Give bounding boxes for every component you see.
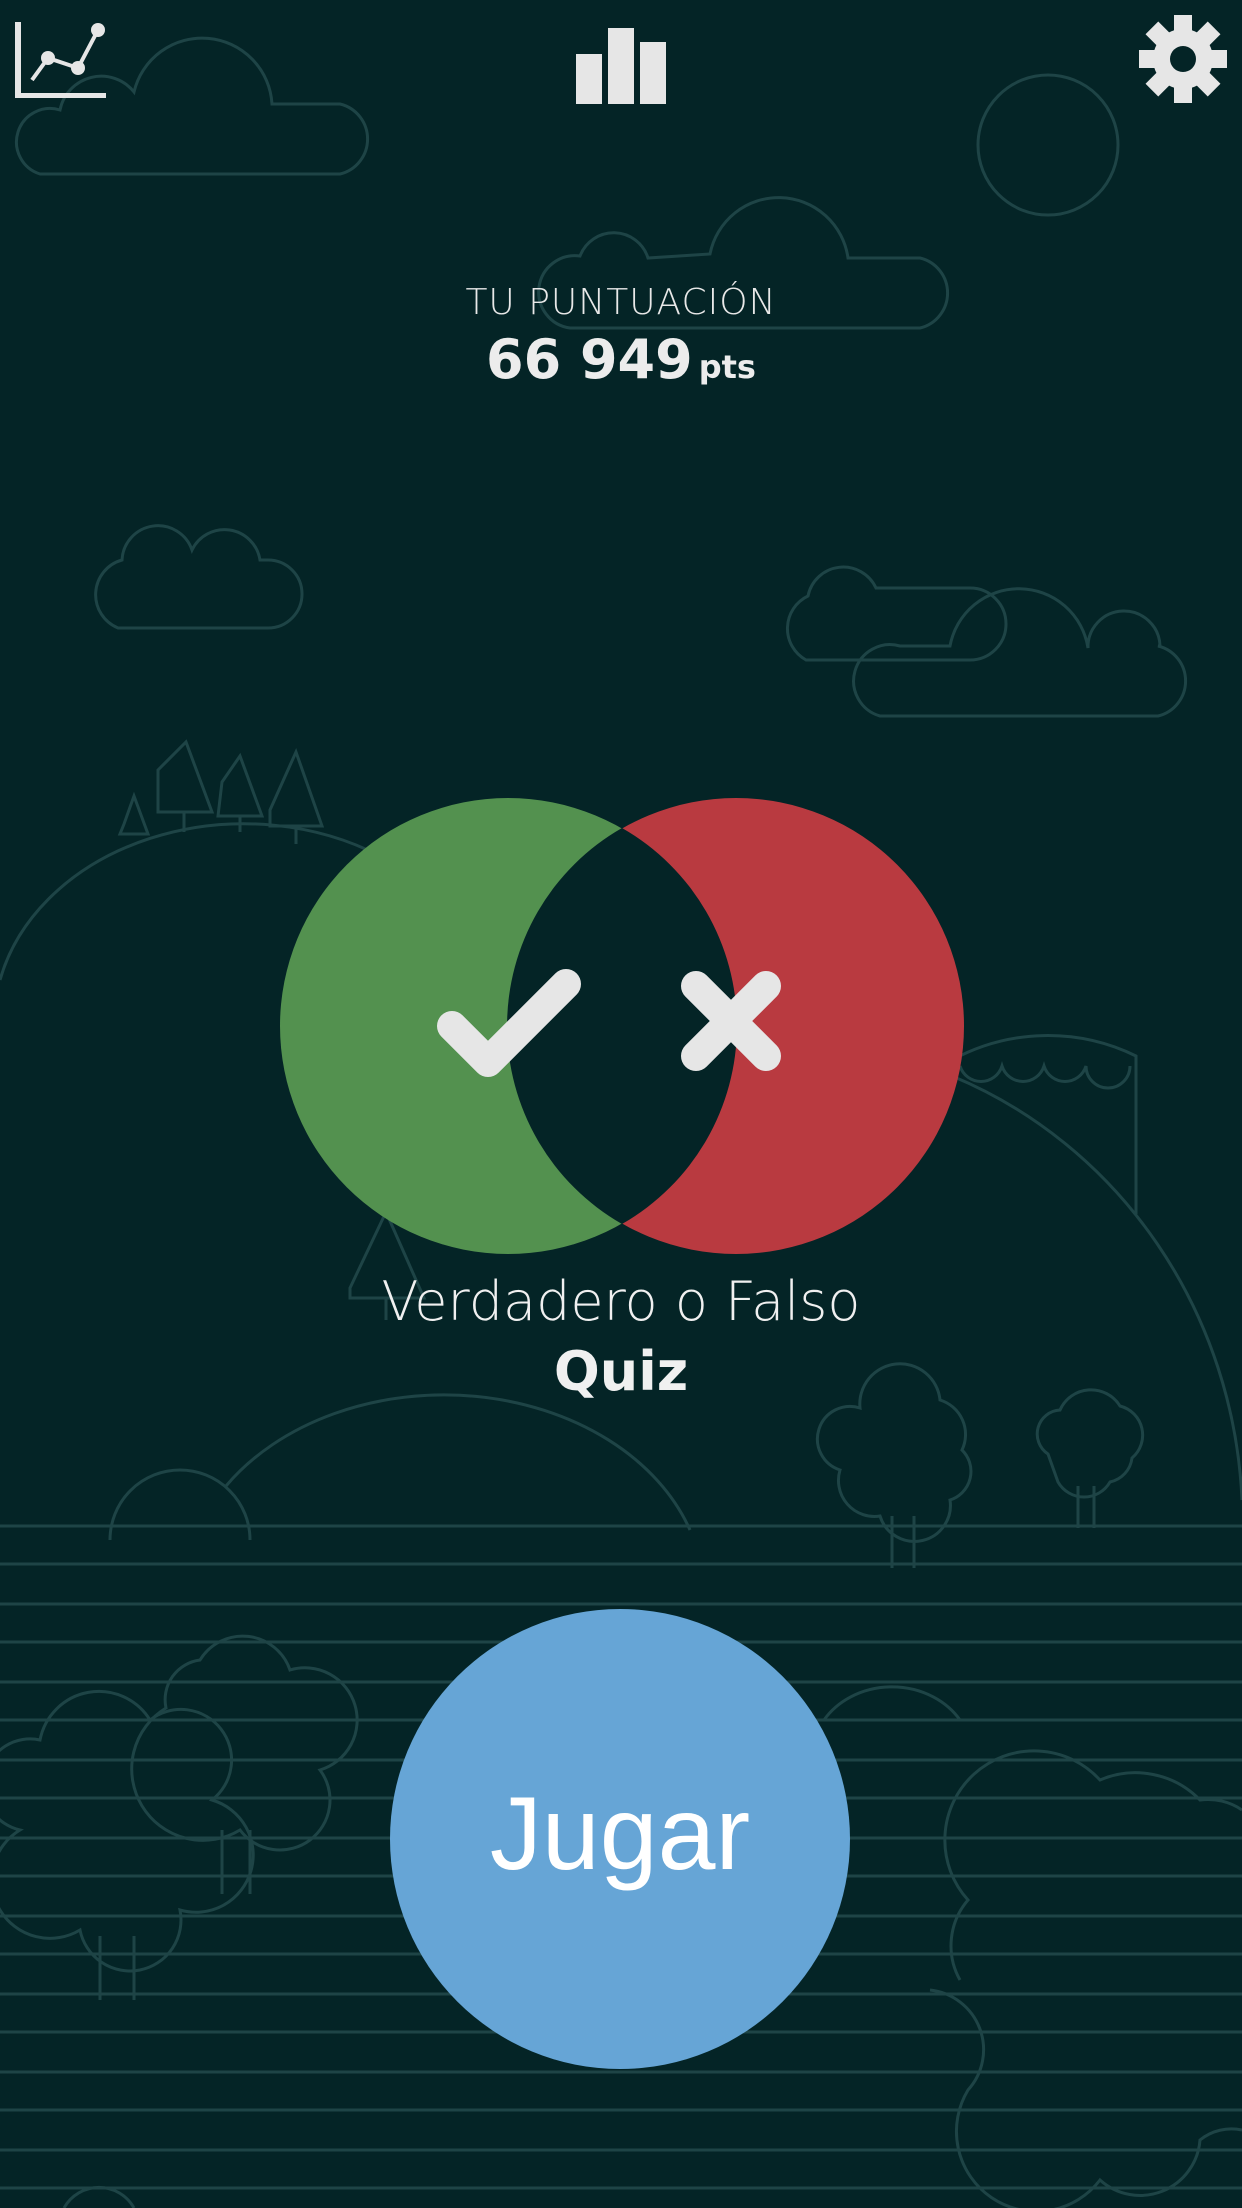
- play-button-label: Jugar: [489, 1775, 751, 1892]
- bar-chart-icon[interactable]: [576, 28, 666, 104]
- score-label: TU PUNTUACIÓN: [465, 282, 777, 323]
- line-chart-icon[interactable]: [14, 22, 108, 98]
- true-false-logo: [280, 798, 964, 1254]
- gear-icon[interactable]: [1138, 14, 1228, 104]
- game-subtitle: Quiz: [553, 1340, 689, 1403]
- score-value: 66 949: [486, 328, 693, 391]
- score-display: 66 949 pts: [0, 328, 1242, 391]
- score-unit: pts: [698, 348, 756, 386]
- game-title: Verdadero o Falso: [381, 1270, 861, 1333]
- play-button[interactable]: Jugar: [390, 1609, 850, 2069]
